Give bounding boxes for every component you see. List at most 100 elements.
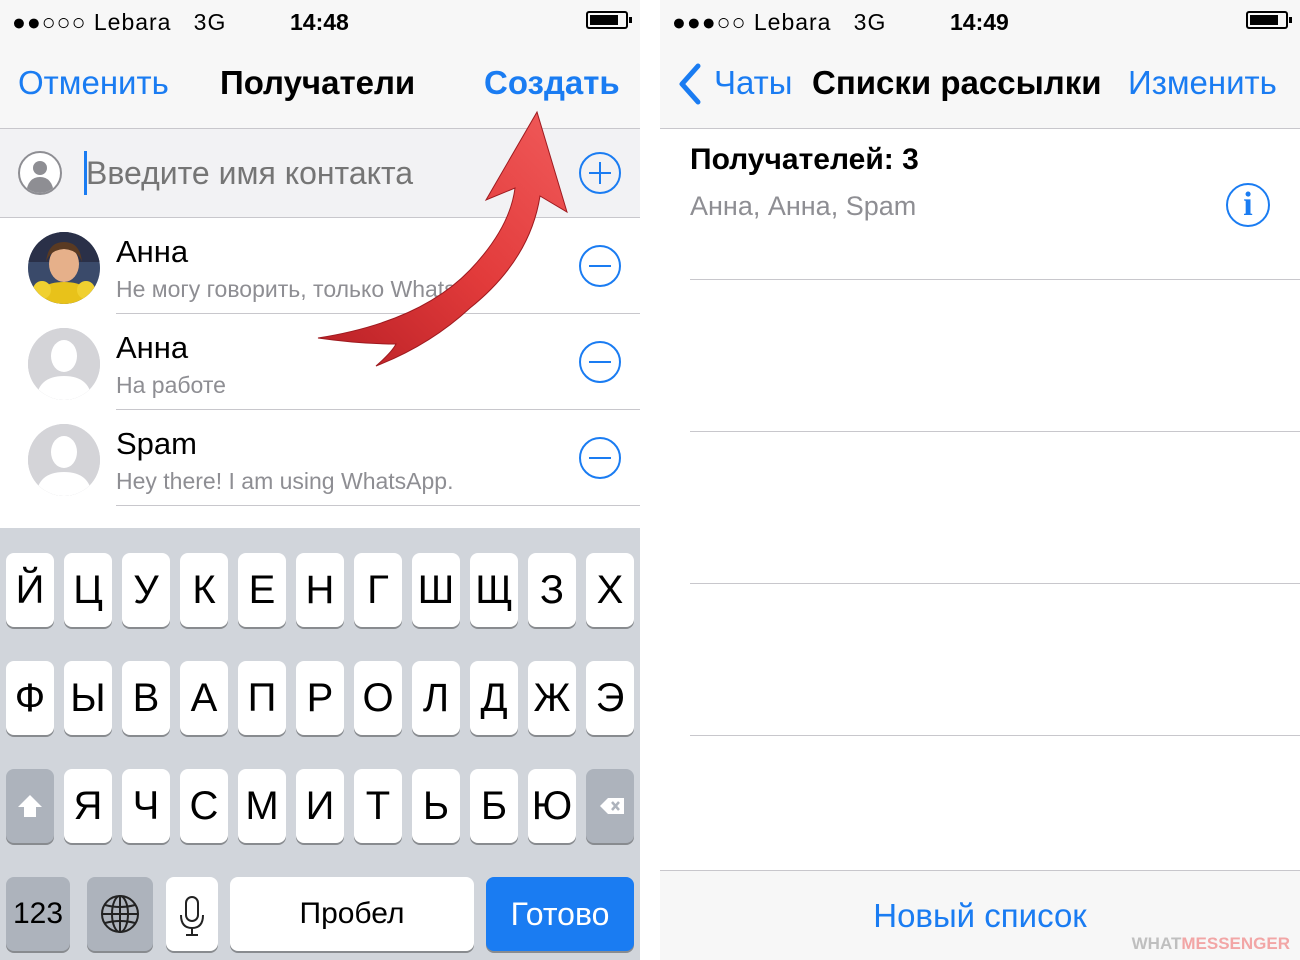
key[interactable]: Ж (528, 661, 576, 735)
cancel-button[interactable]: Отменить (18, 64, 169, 102)
contact-search-row (0, 129, 640, 218)
key[interactable]: Н (296, 553, 344, 627)
key-label: Ы (70, 676, 106, 720)
contact-name: Spam (116, 426, 197, 461)
key-label: Н (305, 568, 335, 612)
page-title: Списки рассылки (812, 64, 1102, 101)
key-label: О (362, 676, 394, 720)
key[interactable]: М (238, 769, 286, 843)
globe-key[interactable] (87, 877, 153, 951)
key[interactable]: Е (238, 553, 286, 627)
key-label: З (539, 568, 565, 612)
key[interactable]: В (122, 661, 170, 735)
minus-icon (589, 361, 611, 363)
contact-name-input[interactable] (86, 155, 546, 192)
key[interactable]: Т (354, 769, 402, 843)
key[interactable]: П (238, 661, 286, 735)
broadcast-list-item[interactable]: Получателей: 3 Анна, Анна, Spam i (660, 129, 1300, 279)
info-icon[interactable]: i (1226, 183, 1270, 227)
key[interactable]: Ш (412, 553, 460, 627)
key-label: Б (480, 784, 508, 828)
list-members: Анна, Анна, Spam (690, 191, 917, 221)
add-contact-button[interactable] (579, 152, 621, 194)
edit-button[interactable]: Изменить (1128, 64, 1277, 102)
signal-dots: ●●●○○ (672, 9, 747, 35)
key-label: Ю (531, 784, 573, 828)
space-key[interactable]: Пробел (230, 877, 474, 951)
key-label: Х (596, 568, 624, 612)
key-label: К (192, 568, 216, 612)
battery-icon (586, 11, 632, 29)
shift-key[interactable] (6, 769, 54, 843)
key[interactable]: С (180, 769, 228, 843)
microphone-icon (180, 896, 204, 936)
create-button[interactable]: Создать (484, 64, 620, 102)
key[interactable]: Я (64, 769, 112, 843)
remove-contact-button[interactable] (579, 245, 621, 287)
key-label: Ж (533, 676, 571, 720)
numbers-key[interactable]: 123 (6, 877, 70, 951)
contact-row[interactable]: Анна На работе (0, 314, 640, 410)
key-label: Пробел (299, 897, 405, 930)
key-label: Ф (14, 676, 46, 720)
key-label: М (245, 784, 279, 828)
divider (690, 431, 1300, 432)
key-label: Г (367, 568, 389, 612)
key-label: 123 (12, 897, 64, 930)
key-label: Й (15, 568, 45, 612)
key[interactable]: Г (354, 553, 402, 627)
signal-carrier: ●●○○○ Lebara 3G (12, 9, 226, 36)
watermark: WHATMESSENGER (1131, 934, 1290, 953)
backspace-key[interactable] (586, 769, 634, 843)
key-label: А (190, 676, 218, 720)
new-list-button[interactable]: Новый список (660, 897, 1300, 935)
backspace-icon (600, 798, 624, 814)
key[interactable]: Э (586, 661, 634, 735)
key[interactable]: Ц (64, 553, 112, 627)
divider-gap (640, 0, 660, 960)
minus-icon (589, 265, 611, 267)
contact-row[interactable]: Анна Не могу говорить, только Whats... (0, 218, 640, 314)
key-label: Л (422, 676, 450, 720)
key[interactable]: К (180, 553, 228, 627)
key[interactable]: Х (586, 553, 634, 627)
recipients-screen: ●●○○○ Lebara 3G 14:48 Отменить Получател… (0, 0, 640, 960)
key[interactable]: Ф (6, 661, 54, 735)
key[interactable]: Ы (64, 661, 112, 735)
key[interactable]: Д (470, 661, 518, 735)
contact-row[interactable]: Spam Hey there! I am using WhatsApp. (0, 410, 640, 506)
carrier-name: Lebara (93, 9, 172, 35)
remove-contact-button[interactable] (579, 437, 621, 479)
key[interactable]: А (180, 661, 228, 735)
key[interactable]: Б (470, 769, 518, 843)
key[interactable]: Й (6, 553, 54, 627)
key[interactable]: И (296, 769, 344, 843)
nav-bar: Отменить Получатели Создать (0, 42, 640, 129)
key[interactable]: Л (412, 661, 460, 735)
key[interactable]: О (354, 661, 402, 735)
key[interactable]: Щ (470, 553, 518, 627)
divider (690, 583, 1300, 584)
key[interactable]: Р (296, 661, 344, 735)
key-label: Щ (475, 568, 513, 612)
contact-status: Не могу говорить, только Whats... (116, 276, 475, 302)
avatar (28, 328, 100, 400)
key-label: Ч (132, 784, 160, 828)
key[interactable]: Ю (528, 769, 576, 843)
list-title: Получателей: 3 (690, 143, 919, 176)
network-type: 3G (193, 9, 227, 35)
key-label: Э (595, 676, 625, 720)
battery-icon (1246, 11, 1292, 29)
carrier-name: Lebara (753, 9, 832, 35)
signal-dots: ●●○○○ (12, 9, 87, 35)
key[interactable]: Ч (122, 769, 170, 843)
done-key[interactable]: Готово (486, 877, 634, 951)
microphone-key[interactable] (166, 877, 218, 951)
key[interactable]: З (528, 553, 576, 627)
key[interactable]: Ь (412, 769, 460, 843)
broadcast-lists-screen: ●●●○○ Lebara 3G 14:49 Чаты Списки рассыл… (660, 0, 1300, 960)
remove-contact-button[interactable] (579, 341, 621, 383)
key[interactable]: У (122, 553, 170, 627)
nav-bar: Чаты Списки рассылки Изменить (660, 42, 1300, 129)
signal-carrier: ●●●○○ Lebara 3G (672, 9, 886, 36)
